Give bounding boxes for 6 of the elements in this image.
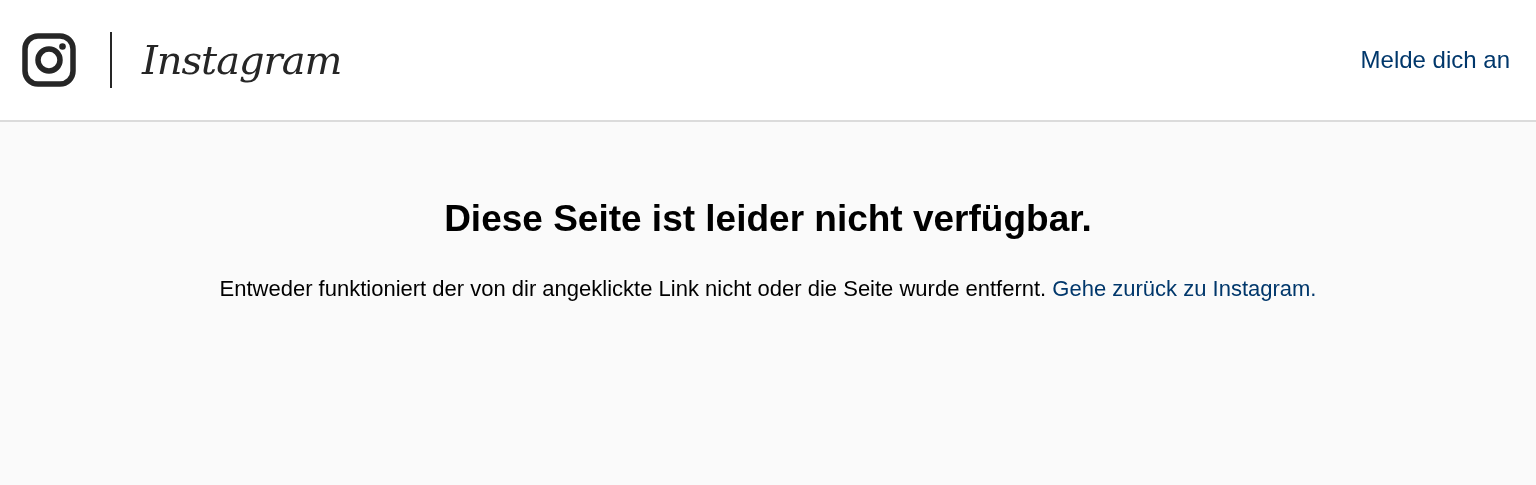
instagram-wordmark[interactable]: Instagram [142,37,342,83]
login-link[interactable]: Melde dich an [1360,46,1510,74]
error-message: Entweder funktioniert der von dir angeklickte Link nicht oder die Seite wurde entfernt. Gehe zurück zu Instagram. [219,276,1317,302]
back-link[interactable]: Gehe zurück zu Instagram. [1052,276,1317,301]
camera-logo-icon[interactable] [22,33,76,87]
error-title: Diese Seite ist leider nicht verfügbar. [444,198,1092,240]
